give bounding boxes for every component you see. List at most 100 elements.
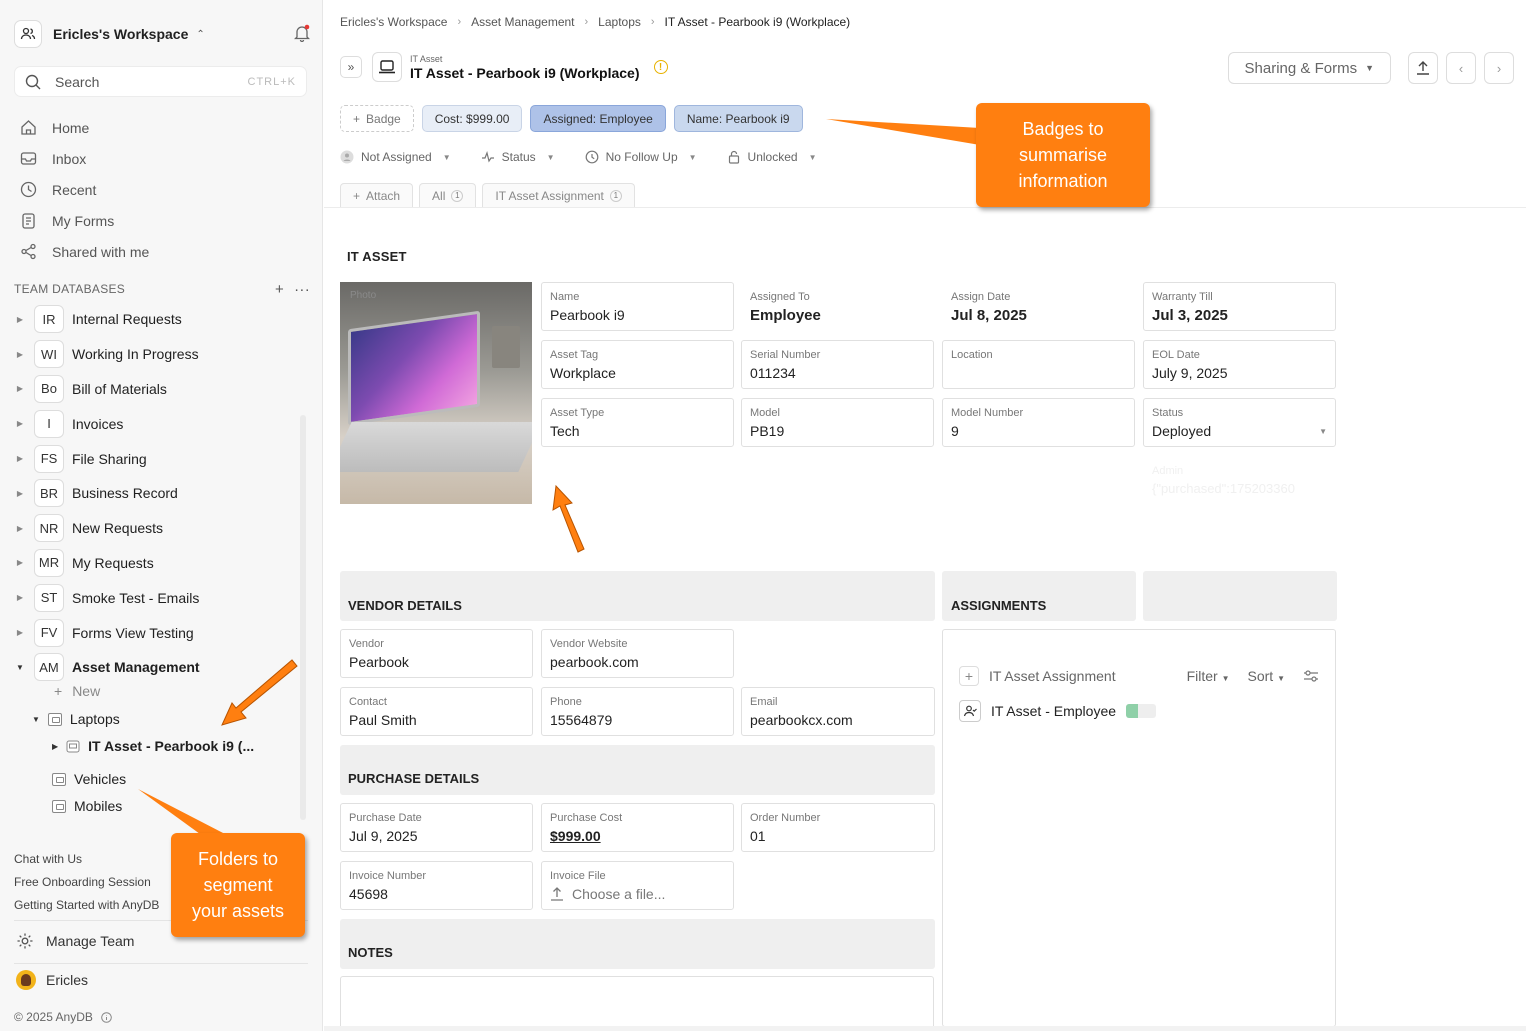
caret-right-icon[interactable]: ▶: [12, 558, 28, 567]
field-warranty-till[interactable]: Warranty Till Jul 3, 2025: [1143, 282, 1336, 331]
workspace-switcher[interactable]: Ericles's Workspace ⌃: [14, 18, 310, 50]
caret-right-icon[interactable]: ▶: [12, 524, 28, 533]
caret-right-icon[interactable]: ▶: [12, 350, 28, 359]
field-location[interactable]: Location: [942, 340, 1135, 389]
onboarding-link[interactable]: Free Onboarding Session: [14, 874, 159, 897]
database-item[interactable]: ▶ Bo Bill of Materials: [12, 372, 302, 407]
getting-started-link[interactable]: Getting Started with AnyDB: [14, 897, 159, 920]
field-assign-date[interactable]: Assign Date Jul 8, 2025: [942, 282, 1135, 331]
field-phone[interactable]: Phone 15564879: [541, 687, 734, 736]
caret-right-icon[interactable]: ▶: [52, 742, 58, 751]
record-item[interactable]: ▶ IT Asset - Pearbook i9 (...: [52, 738, 254, 754]
nav-recent[interactable]: Recent: [20, 174, 310, 205]
bell-icon[interactable]: [294, 24, 310, 42]
followup-dropdown[interactable]: No Follow Up ▼: [585, 150, 697, 164]
tab-attach[interactable]: + Attach: [340, 183, 414, 207]
caret-right-icon[interactable]: ▶: [12, 593, 28, 602]
tab-all[interactable]: All 1: [419, 183, 477, 207]
badge-cost[interactable]: Cost: $999.00: [421, 105, 523, 132]
add-badge-button[interactable]: + Badge: [340, 105, 414, 132]
field-asset-tag[interactable]: Asset Tag Workplace: [541, 340, 734, 389]
database-item-active[interactable]: ▼ AM Asset Management: [12, 650, 302, 685]
nav-my-forms[interactable]: My Forms: [20, 205, 310, 236]
info-icon[interactable]: [101, 1011, 112, 1023]
status-dropdown[interactable]: Status ▼: [481, 150, 555, 164]
sharing-forms-button[interactable]: Sharing & Forms ▼: [1227, 52, 1391, 84]
next-record-button[interactable]: ›: [1484, 52, 1514, 84]
field-label: Name: [550, 291, 580, 303]
file-upload-field[interactable]: Invoice File Choose a file...: [541, 861, 734, 910]
field-model-number[interactable]: Model Number 9: [942, 398, 1135, 447]
database-item[interactable]: ▶ ST Smoke Test - Emails: [12, 580, 302, 615]
lock-dropdown[interactable]: Unlocked ▼: [727, 150, 817, 164]
photo-label: Photo: [350, 290, 377, 301]
database-item[interactable]: ▶ WI Working In Progress: [12, 337, 302, 372]
caret-right-icon[interactable]: ▶: [12, 628, 28, 637]
folder-laptops[interactable]: ▼ Laptops: [32, 711, 120, 727]
breadcrumb-item[interactable]: Asset Management: [471, 15, 574, 29]
status-select[interactable]: Status Deployed ▼: [1143, 398, 1336, 447]
assignment-row[interactable]: IT Asset - Employee: [959, 700, 1157, 722]
field-asset-type[interactable]: Asset Type Tech: [541, 398, 734, 447]
field-purchase-date[interactable]: Purchase Date Jul 9, 2025: [340, 803, 533, 852]
assignee-dropdown[interactable]: Not Assigned ▼: [340, 150, 451, 164]
sidebar-scrollbar[interactable]: [300, 415, 306, 820]
new-item-button[interactable]: + New: [54, 683, 100, 699]
ghost-value: {"purchased":175203360: [1152, 481, 1295, 496]
chat-link[interactable]: Chat with Us: [14, 851, 159, 874]
expand-sidebar-button[interactable]: »: [340, 56, 362, 78]
field-model[interactable]: Model PB19: [741, 398, 934, 447]
field-serial-number[interactable]: Serial Number 011234: [741, 340, 934, 389]
database-item[interactable]: ▶ NR New Requests: [12, 511, 302, 546]
field-email[interactable]: Email pearbookcx.com: [741, 687, 935, 736]
caret-right-icon[interactable]: ▶: [12, 384, 28, 393]
field-vendor-website[interactable]: Vendor Website pearbook.com: [541, 629, 734, 678]
database-item[interactable]: ▶ I Invoices: [12, 406, 302, 441]
nav-shared[interactable]: Shared with me: [20, 236, 310, 267]
filter-button[interactable]: Filter ▼: [1187, 668, 1230, 684]
database-item[interactable]: ▶ FV Forms View Testing: [12, 615, 302, 650]
database-item[interactable]: ▶ FS File Sharing: [12, 441, 302, 476]
caret-right-icon[interactable]: ▶: [12, 454, 28, 463]
breadcrumb-item[interactable]: Ericles's Workspace: [340, 15, 447, 29]
badge-assigned[interactable]: Assigned: Employee: [530, 105, 666, 132]
page-title[interactable]: IT Asset - Pearbook i9 (Workplace): [410, 65, 640, 81]
field-vendor[interactable]: Vendor Pearbook: [340, 629, 533, 678]
user-menu[interactable]: Ericles: [16, 970, 88, 990]
field-assigned-to[interactable]: Assigned To Employee: [741, 282, 934, 331]
field-purchase-cost[interactable]: Purchase Cost $999.00: [541, 803, 734, 852]
more-icon[interactable]: ···: [294, 281, 310, 298]
field-eol-date[interactable]: EOL Date July 9, 2025: [1143, 340, 1336, 389]
notes-editor[interactable]: [340, 976, 934, 1031]
database-name: Internal Requests: [72, 311, 182, 328]
manage-team-button[interactable]: Manage Team: [16, 932, 134, 950]
caret-right-icon[interactable]: ▶: [12, 489, 28, 498]
tab-it-asset-assignment[interactable]: IT Asset Assignment 1: [482, 183, 635, 207]
folder-vehicles[interactable]: Vehicles: [52, 771, 126, 787]
field-name[interactable]: Name Pearbook i9: [541, 282, 734, 331]
caret-right-icon[interactable]: ▶: [12, 419, 28, 428]
search-input[interactable]: Search CTRL+K: [14, 66, 307, 97]
field-invoice-number[interactable]: Invoice Number 45698: [340, 861, 533, 910]
add-assignment-button[interactable]: + IT Asset Assignment: [959, 666, 1116, 686]
breadcrumb-item[interactable]: Laptops: [598, 15, 641, 29]
nav-home[interactable]: Home: [20, 112, 310, 143]
upload-icon[interactable]: [1408, 52, 1438, 84]
database-item[interactable]: ▶ IR Internal Requests: [12, 302, 302, 337]
plus-icon[interactable]: +: [275, 281, 284, 298]
database-item[interactable]: ▶ MR My Requests: [12, 546, 302, 581]
caret-right-icon[interactable]: ▶: [12, 315, 28, 324]
nav-inbox[interactable]: Inbox: [20, 143, 310, 174]
field-contact[interactable]: Contact Paul Smith: [340, 687, 533, 736]
previous-record-button[interactable]: ‹: [1446, 52, 1476, 84]
caret-down-icon[interactable]: ▼: [12, 663, 28, 672]
field-order-number[interactable]: Order Number 01: [741, 803, 935, 852]
badge-name[interactable]: Name: Pearbook i9: [673, 105, 803, 132]
database-item[interactable]: ▶ BR Business Record: [12, 476, 302, 511]
sort-button[interactable]: Sort ▼: [1248, 668, 1286, 684]
warning-icon[interactable]: !: [653, 60, 668, 74]
settings-sliders-icon[interactable]: [1303, 669, 1319, 683]
caret-down-icon[interactable]: ▼: [32, 715, 40, 724]
folder-mobiles[interactable]: Mobiles: [52, 798, 122, 814]
asset-photo[interactable]: Photo: [340, 282, 532, 504]
